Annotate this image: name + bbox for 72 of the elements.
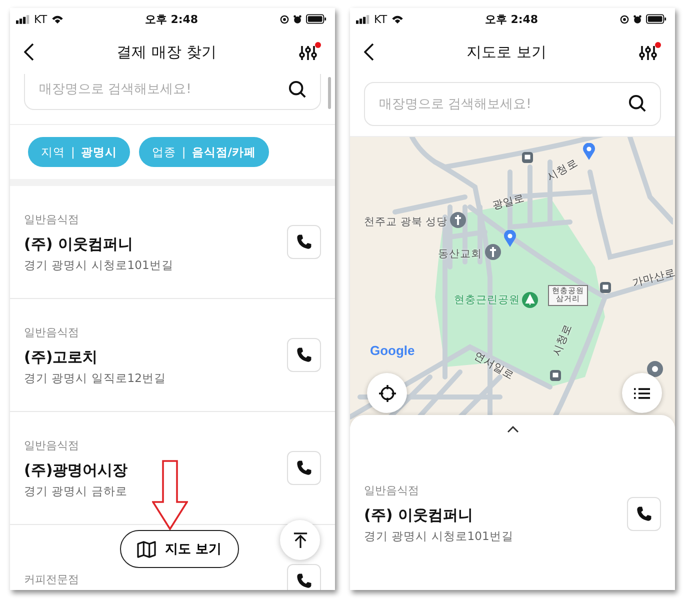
map-label: 현충근린공원	[454, 293, 520, 307]
call-button[interactable]	[287, 564, 321, 590]
wifi-icon	[391, 14, 404, 24]
back-icon[interactable]	[24, 43, 34, 61]
call-button[interactable]	[287, 225, 321, 259]
store-name: (주)광명어시장	[24, 460, 128, 480]
church-icon	[485, 244, 501, 260]
lock-rotation-icon	[620, 14, 629, 24]
store-address: 경기 광명시 시청로101번길	[364, 529, 514, 544]
phone-icon	[296, 460, 312, 476]
alarm-icon	[632, 14, 642, 24]
search-icon	[628, 94, 647, 113]
lock-rotation-icon	[280, 14, 289, 24]
church-icon	[450, 212, 466, 228]
store-category: 커피전문점	[24, 572, 79, 586]
bus-stop-icon	[600, 282, 611, 293]
location-pin-icon[interactable]	[582, 143, 596, 161]
list-icon	[634, 386, 650, 400]
carrier-label: KT	[34, 12, 48, 26]
down-arrow-drawing	[152, 460, 188, 530]
store-name: (주)고로치	[24, 348, 99, 366]
chevron-up-icon[interactable]	[506, 426, 518, 433]
phone-icon	[636, 506, 652, 522]
my-location-button[interactable]	[367, 373, 407, 413]
filter-settings-icon[interactable]	[639, 42, 661, 62]
phone-icon	[296, 347, 312, 363]
wifi-icon	[51, 14, 64, 24]
carrier-label: KT	[374, 12, 388, 26]
map-label: 광일로	[490, 190, 526, 214]
bus-stop-icon	[522, 152, 533, 163]
store-category: 일반음식점	[24, 212, 80, 226]
store-address: 경기 광명시 일직로12번길	[24, 370, 166, 386]
phone-icon	[296, 234, 312, 250]
call-button[interactable]	[627, 496, 661, 530]
location-pin-icon[interactable]	[503, 230, 517, 248]
map-icon	[137, 540, 156, 558]
store-category: 일반음식점	[24, 438, 80, 452]
back-icon[interactable]	[364, 43, 374, 61]
store-address: 경기 광명시 시청로101번길	[24, 258, 174, 272]
arrow-up-icon	[292, 532, 308, 548]
filter-settings-icon[interactable]	[298, 42, 321, 62]
store-address: 경기 광명시 금하로	[24, 484, 128, 498]
phone-icon	[296, 573, 312, 589]
scroll-top-button[interactable]	[280, 520, 320, 560]
store-category: 일반음식점	[364, 483, 420, 498]
store-name: (주) 이웃컴퍼니	[24, 234, 134, 254]
call-button[interactable]	[287, 451, 321, 485]
battery-icon	[306, 14, 327, 24]
map-label: 동산교회	[438, 247, 482, 261]
search-icon	[288, 80, 307, 99]
map-view-button[interactable]: 지도 보기	[120, 530, 239, 568]
alarm-icon	[292, 14, 302, 24]
status-time: 오후 2:48	[144, 12, 198, 26]
tree-icon	[522, 292, 538, 308]
place-pin-icon	[647, 361, 663, 377]
battery-icon	[646, 14, 667, 24]
call-button[interactable]	[287, 338, 321, 372]
store-name: (주) 이웃컴퍼니	[364, 506, 474, 525]
screen-title: 지도로 보기	[466, 42, 546, 62]
signal-icon	[356, 14, 370, 24]
bus-stop-icon	[550, 370, 561, 381]
search-field[interactable]: 매장명으로 검색해보세요!	[24, 74, 321, 110]
status-time: 오후 2:48	[484, 12, 538, 26]
list-view-button[interactable]	[622, 373, 662, 413]
signal-icon	[16, 14, 30, 24]
scrollbar	[328, 77, 331, 109]
search-field[interactable]: 매장명으로 검색해보세요!	[364, 82, 661, 126]
crosshair-icon	[378, 384, 396, 402]
map-attribution: Google	[370, 343, 415, 358]
store-category: 일반음식점	[24, 324, 80, 340]
map-label: 천주교 광북 성당	[364, 215, 448, 229]
screen-title: 결제 매장 찾기	[116, 42, 216, 62]
